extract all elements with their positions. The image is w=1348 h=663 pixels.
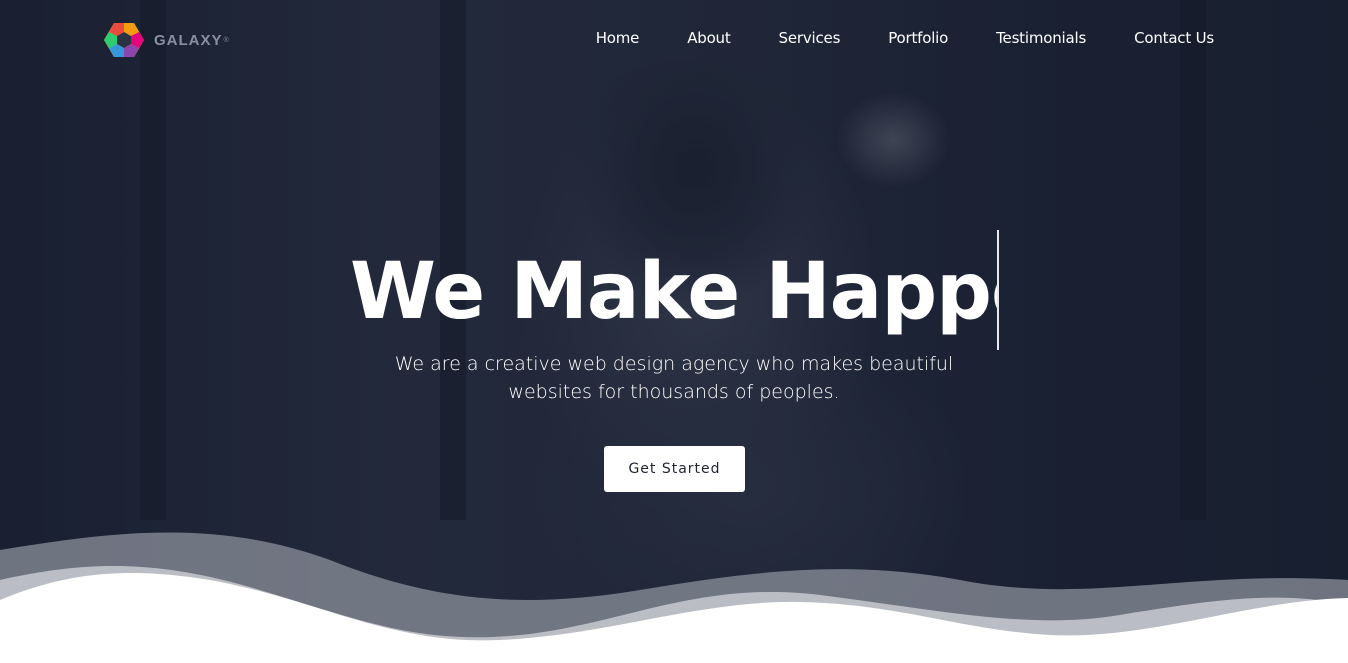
- site-header: GALAXY ® Home About Services Portfolio T…: [0, 0, 1348, 78]
- nav-item-testimonials[interactable]: Testimonials: [996, 29, 1086, 47]
- brand-logo[interactable]: GALAXY ®: [104, 22, 229, 58]
- hero-subtitle: We are a creative web design agency who …: [374, 350, 974, 406]
- nav-item-contact[interactable]: Contact Us: [1134, 29, 1214, 47]
- hero-headline: We Make Happe: [350, 247, 998, 337]
- hero-wave-divider: [0, 532, 1348, 663]
- get-started-button[interactable]: Get Started: [604, 446, 745, 492]
- hero-subtitle-line: We are a creative web design agency who …: [394, 353, 954, 375]
- hexagon-logo-icon: [104, 23, 144, 57]
- nav-item-about[interactable]: About: [687, 29, 731, 47]
- typing-caret: [997, 230, 999, 350]
- nav-item-services[interactable]: Services: [779, 29, 841, 47]
- hero-subtitle-line: websites for thousands of peoples.: [508, 381, 840, 403]
- main-nav: Home About Services Portfolio Testimonia…: [548, 29, 1215, 47]
- brand-name: GALAXY: [154, 31, 223, 49]
- registered-mark: ®: [223, 36, 229, 44]
- nav-item-portfolio[interactable]: Portfolio: [888, 29, 948, 47]
- nav-item-home[interactable]: Home: [596, 29, 640, 47]
